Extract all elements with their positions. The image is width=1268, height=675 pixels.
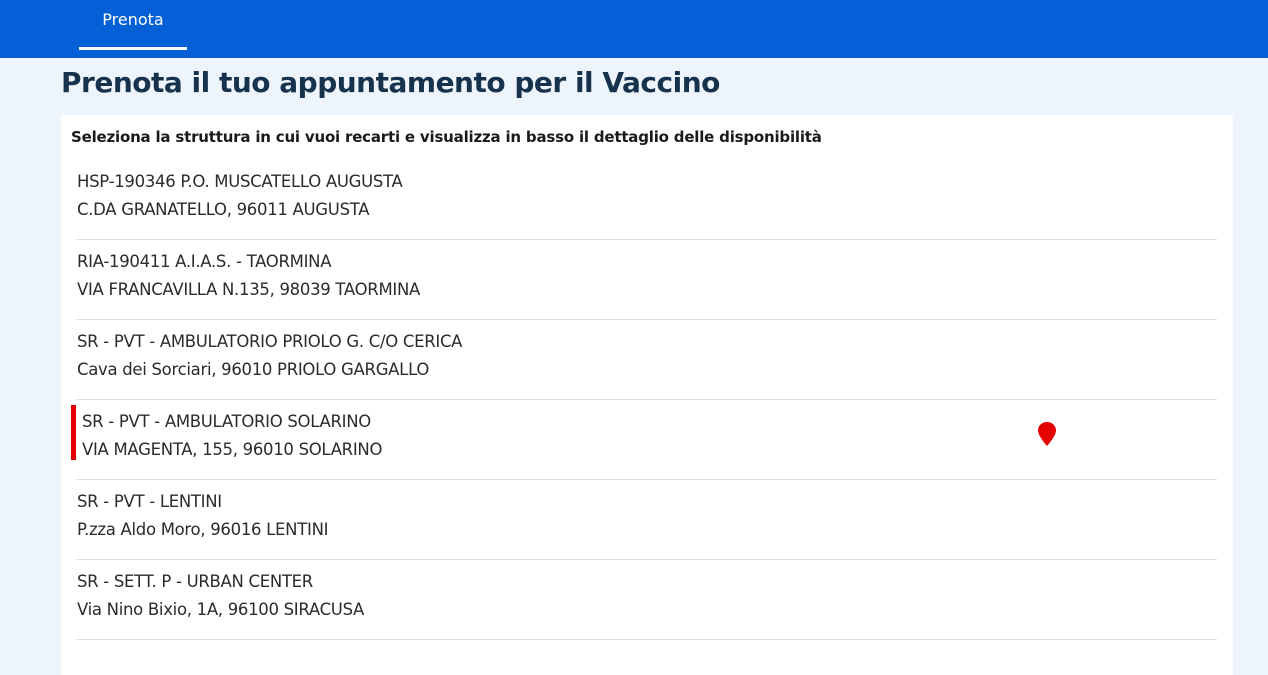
tab-prenota[interactable]: Prenota — [79, 0, 187, 50]
selection-indicator — [71, 405, 76, 460]
location-name: SR - SETT. P - URBAN CENTER — [77, 572, 313, 591]
top-navbar: Prenota — [0, 0, 1268, 58]
location-address: Cava dei Sorciari, 96010 PRIOLO GARGALLO — [77, 360, 430, 379]
page-title: Prenota il tuo appuntamento per il Vacci… — [61, 66, 720, 99]
location-address: Via Nino Bixio, 1A, 96100 SIRACUSA — [77, 600, 365, 619]
location-item[interactable]: RIA-190411 A.I.A.S. - TAORMINA VIA FRANC… — [77, 240, 1217, 320]
location-address: VIA FRANCAVILLA N.135, 98039 TAORMINA — [77, 280, 420, 299]
map-pin-icon — [1037, 421, 1057, 451]
location-card: Seleziona la struttura in cui vuoi recar… — [61, 115, 1233, 675]
location-item[interactable]: SR - PVT - AMBULATORIO PRIOLO G. C/O CER… — [77, 320, 1217, 400]
location-name: SR - PVT - LENTINI — [77, 492, 222, 511]
location-item[interactable]: HSP-190346 P.O. MUSCATELLO AUGUSTA C.DA … — [77, 160, 1217, 240]
location-address: P.zza Aldo Moro, 96016 LENTINI — [77, 520, 329, 539]
location-name: RIA-190411 A.I.A.S. - TAORMINA — [77, 252, 332, 271]
location-name: SR - PVT - AMBULATORIO PRIOLO G. C/O CER… — [77, 332, 463, 351]
location-item[interactable]: SR - PVT - AMBULATORIO SOLARINO VIA MAGE… — [71, 400, 1217, 480]
location-list: HSP-190346 P.O. MUSCATELLO AUGUSTA C.DA … — [71, 160, 1217, 640]
location-item[interactable]: SR - SETT. P - URBAN CENTER Via Nino Bix… — [77, 560, 1217, 640]
location-address: VIA MAGENTA, 155, 96010 SOLARINO — [82, 440, 383, 459]
instruction-text: Seleziona la struttura in cui vuoi recar… — [71, 128, 822, 146]
location-item[interactable]: SR - PVT - LENTINI P.zza Aldo Moro, 9601… — [77, 480, 1217, 560]
location-name: HSP-190346 P.O. MUSCATELLO AUGUSTA — [77, 172, 403, 191]
location-address: C.DA GRANATELLO, 96011 AUGUSTA — [77, 200, 370, 219]
location-name: SR - PVT - AMBULATORIO SOLARINO — [82, 412, 371, 431]
